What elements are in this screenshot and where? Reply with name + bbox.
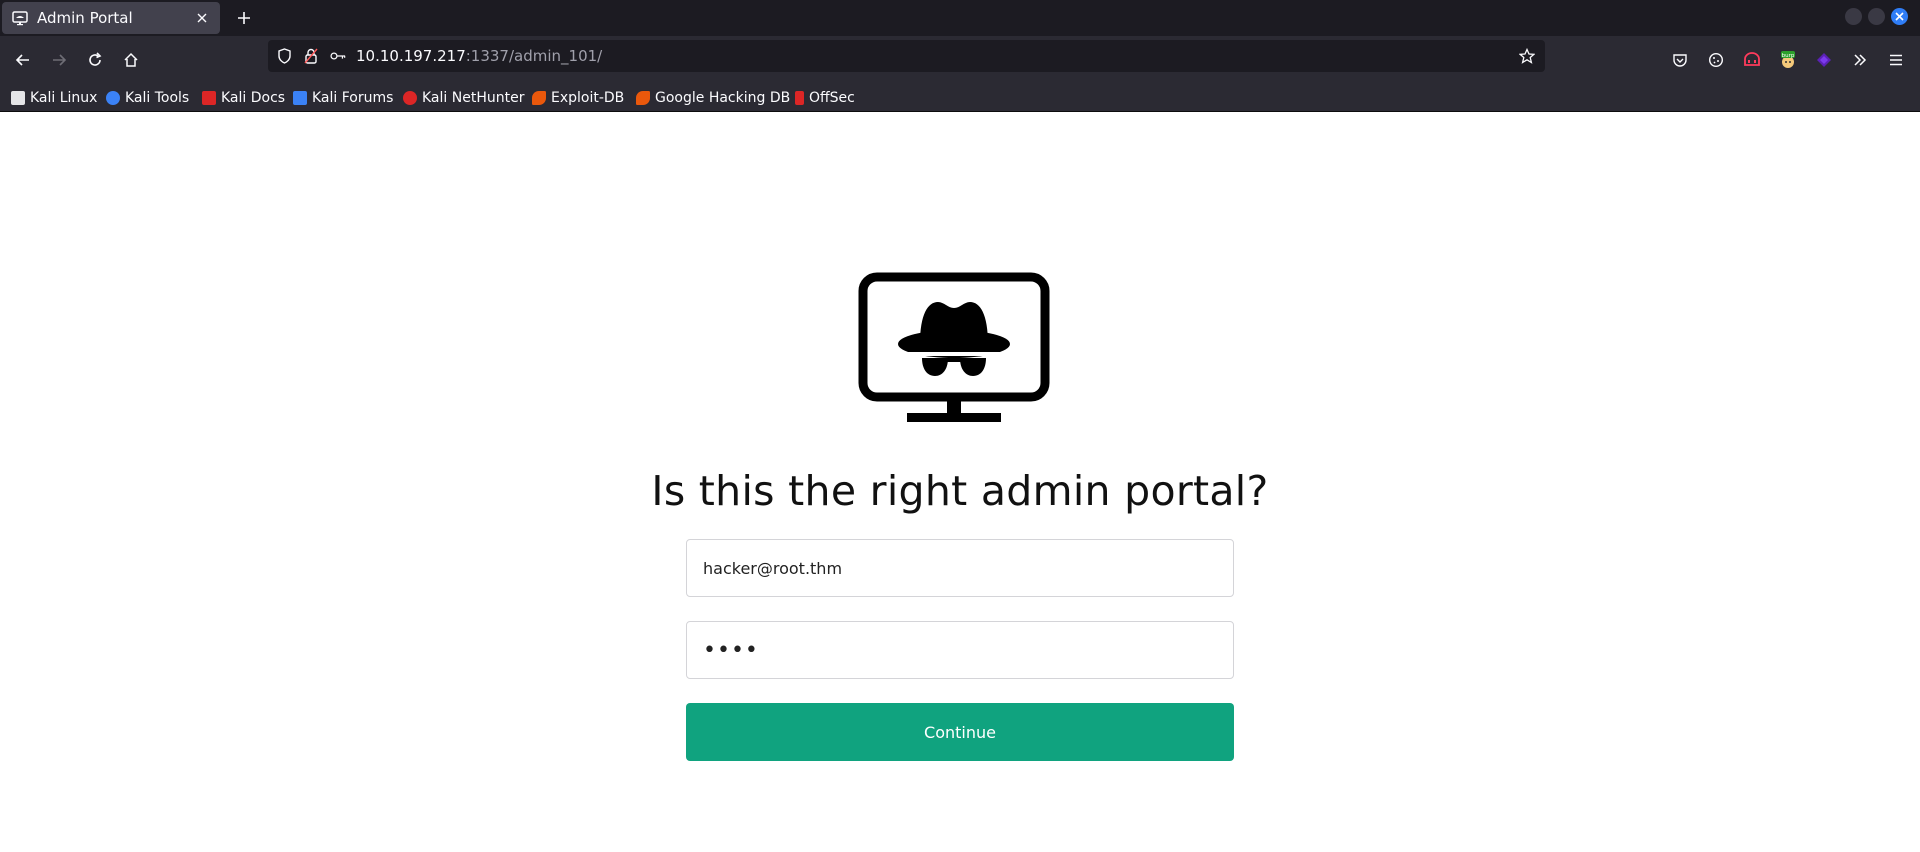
ghdb-icon [636,91,650,105]
url-bar[interactable]: 10.10.197.217:1337/admin_101/ [268,40,1545,72]
tab-title: Admin Portal [37,9,133,27]
kali-dragon-icon [11,91,25,105]
window-controls [1845,8,1908,25]
bookmark-label: Kali Tools [125,90,190,106]
bookmark-label: Kali Docs [221,90,286,106]
pocket-icon[interactable] [1668,48,1692,72]
url-path: :1337/admin_101/ [465,47,603,65]
page-content: Is this the right admin portal? Continue [0,112,1920,852]
back-button[interactable] [11,48,35,72]
bookmark-label: Exploit-DB [551,90,625,106]
tab-bar: Admin Portal [0,0,1920,36]
kali-forums-icon [293,91,307,105]
url-text[interactable]: 10.10.197.217:1337/admin_101/ [356,47,602,65]
password-field[interactable] [686,621,1234,679]
page-title: Is this the right admin portal? [651,467,1269,515]
bookmark-kali-tools[interactable]: Kali Tools [106,88,189,108]
bookmark-label: Google Hacking DB [655,90,791,106]
bookmark-kali-docs[interactable]: Kali Docs [202,88,285,108]
bookmark-label: Kali NetHunter [422,90,525,106]
svg-text:burp: burp [1782,53,1795,59]
close-tab-icon[interactable] [194,10,210,26]
key-icon[interactable] [330,48,346,64]
tab-admin-portal[interactable]: Admin Portal [2,2,220,34]
kali-docs-icon [202,91,216,105]
minimize-button[interactable] [1845,8,1862,25]
exploit-db-icon [532,91,546,105]
menu-hamburger-icon[interactable] [1884,48,1908,72]
foxyproxy-icon[interactable] [1740,48,1764,72]
cookie-icon[interactable] [1704,48,1728,72]
bookmark-label: Kali Linux [30,90,98,106]
bookmark-label: OffSec [809,90,855,106]
wappalyzer-icon[interactable] [1812,48,1836,72]
kali-tools-icon [106,91,120,105]
bookmark-label: Kali Forums [312,90,394,106]
bookmark-kali-linux[interactable]: Kali Linux [11,88,97,108]
navigation-toolbar: 10.10.197.217:1337/admin_101/ burp [0,36,1920,84]
forward-button[interactable] [47,48,71,72]
monitor-icon [12,10,28,26]
url-host: 10.10.197.217 [356,47,466,65]
lock-insecure-icon[interactable] [303,48,319,64]
bookmark-exploit-db[interactable]: Exploit-DB [532,88,624,108]
bookmark-kali-forums[interactable]: Kali Forums [293,88,393,108]
new-tab-button[interactable] [234,8,254,28]
bookmarks-toolbar: Kali Linux Kali Tools Kali Docs Kali For… [0,84,1920,112]
continue-button[interactable]: Continue [686,703,1234,761]
hacker-monitor-logo [858,272,1050,422]
burp-extension-icon[interactable]: burp [1776,48,1800,72]
nethunter-icon [403,91,417,105]
offsec-icon [795,91,804,105]
bookmark-offsec[interactable]: OffSec [795,88,855,108]
reload-button[interactable] [83,48,107,72]
home-button[interactable] [119,48,143,72]
bookmark-kali-nethunter[interactable]: Kali NetHunter [403,88,524,108]
shield-icon[interactable] [276,48,292,64]
email-field[interactable] [686,539,1234,597]
bookmark-star-icon[interactable] [1519,48,1535,64]
close-window-button[interactable] [1891,8,1908,25]
maximize-button[interactable] [1868,8,1885,25]
bookmark-google-hacking-db[interactable]: Google Hacking DB [636,88,790,108]
overflow-chevron-icon[interactable] [1848,48,1872,72]
